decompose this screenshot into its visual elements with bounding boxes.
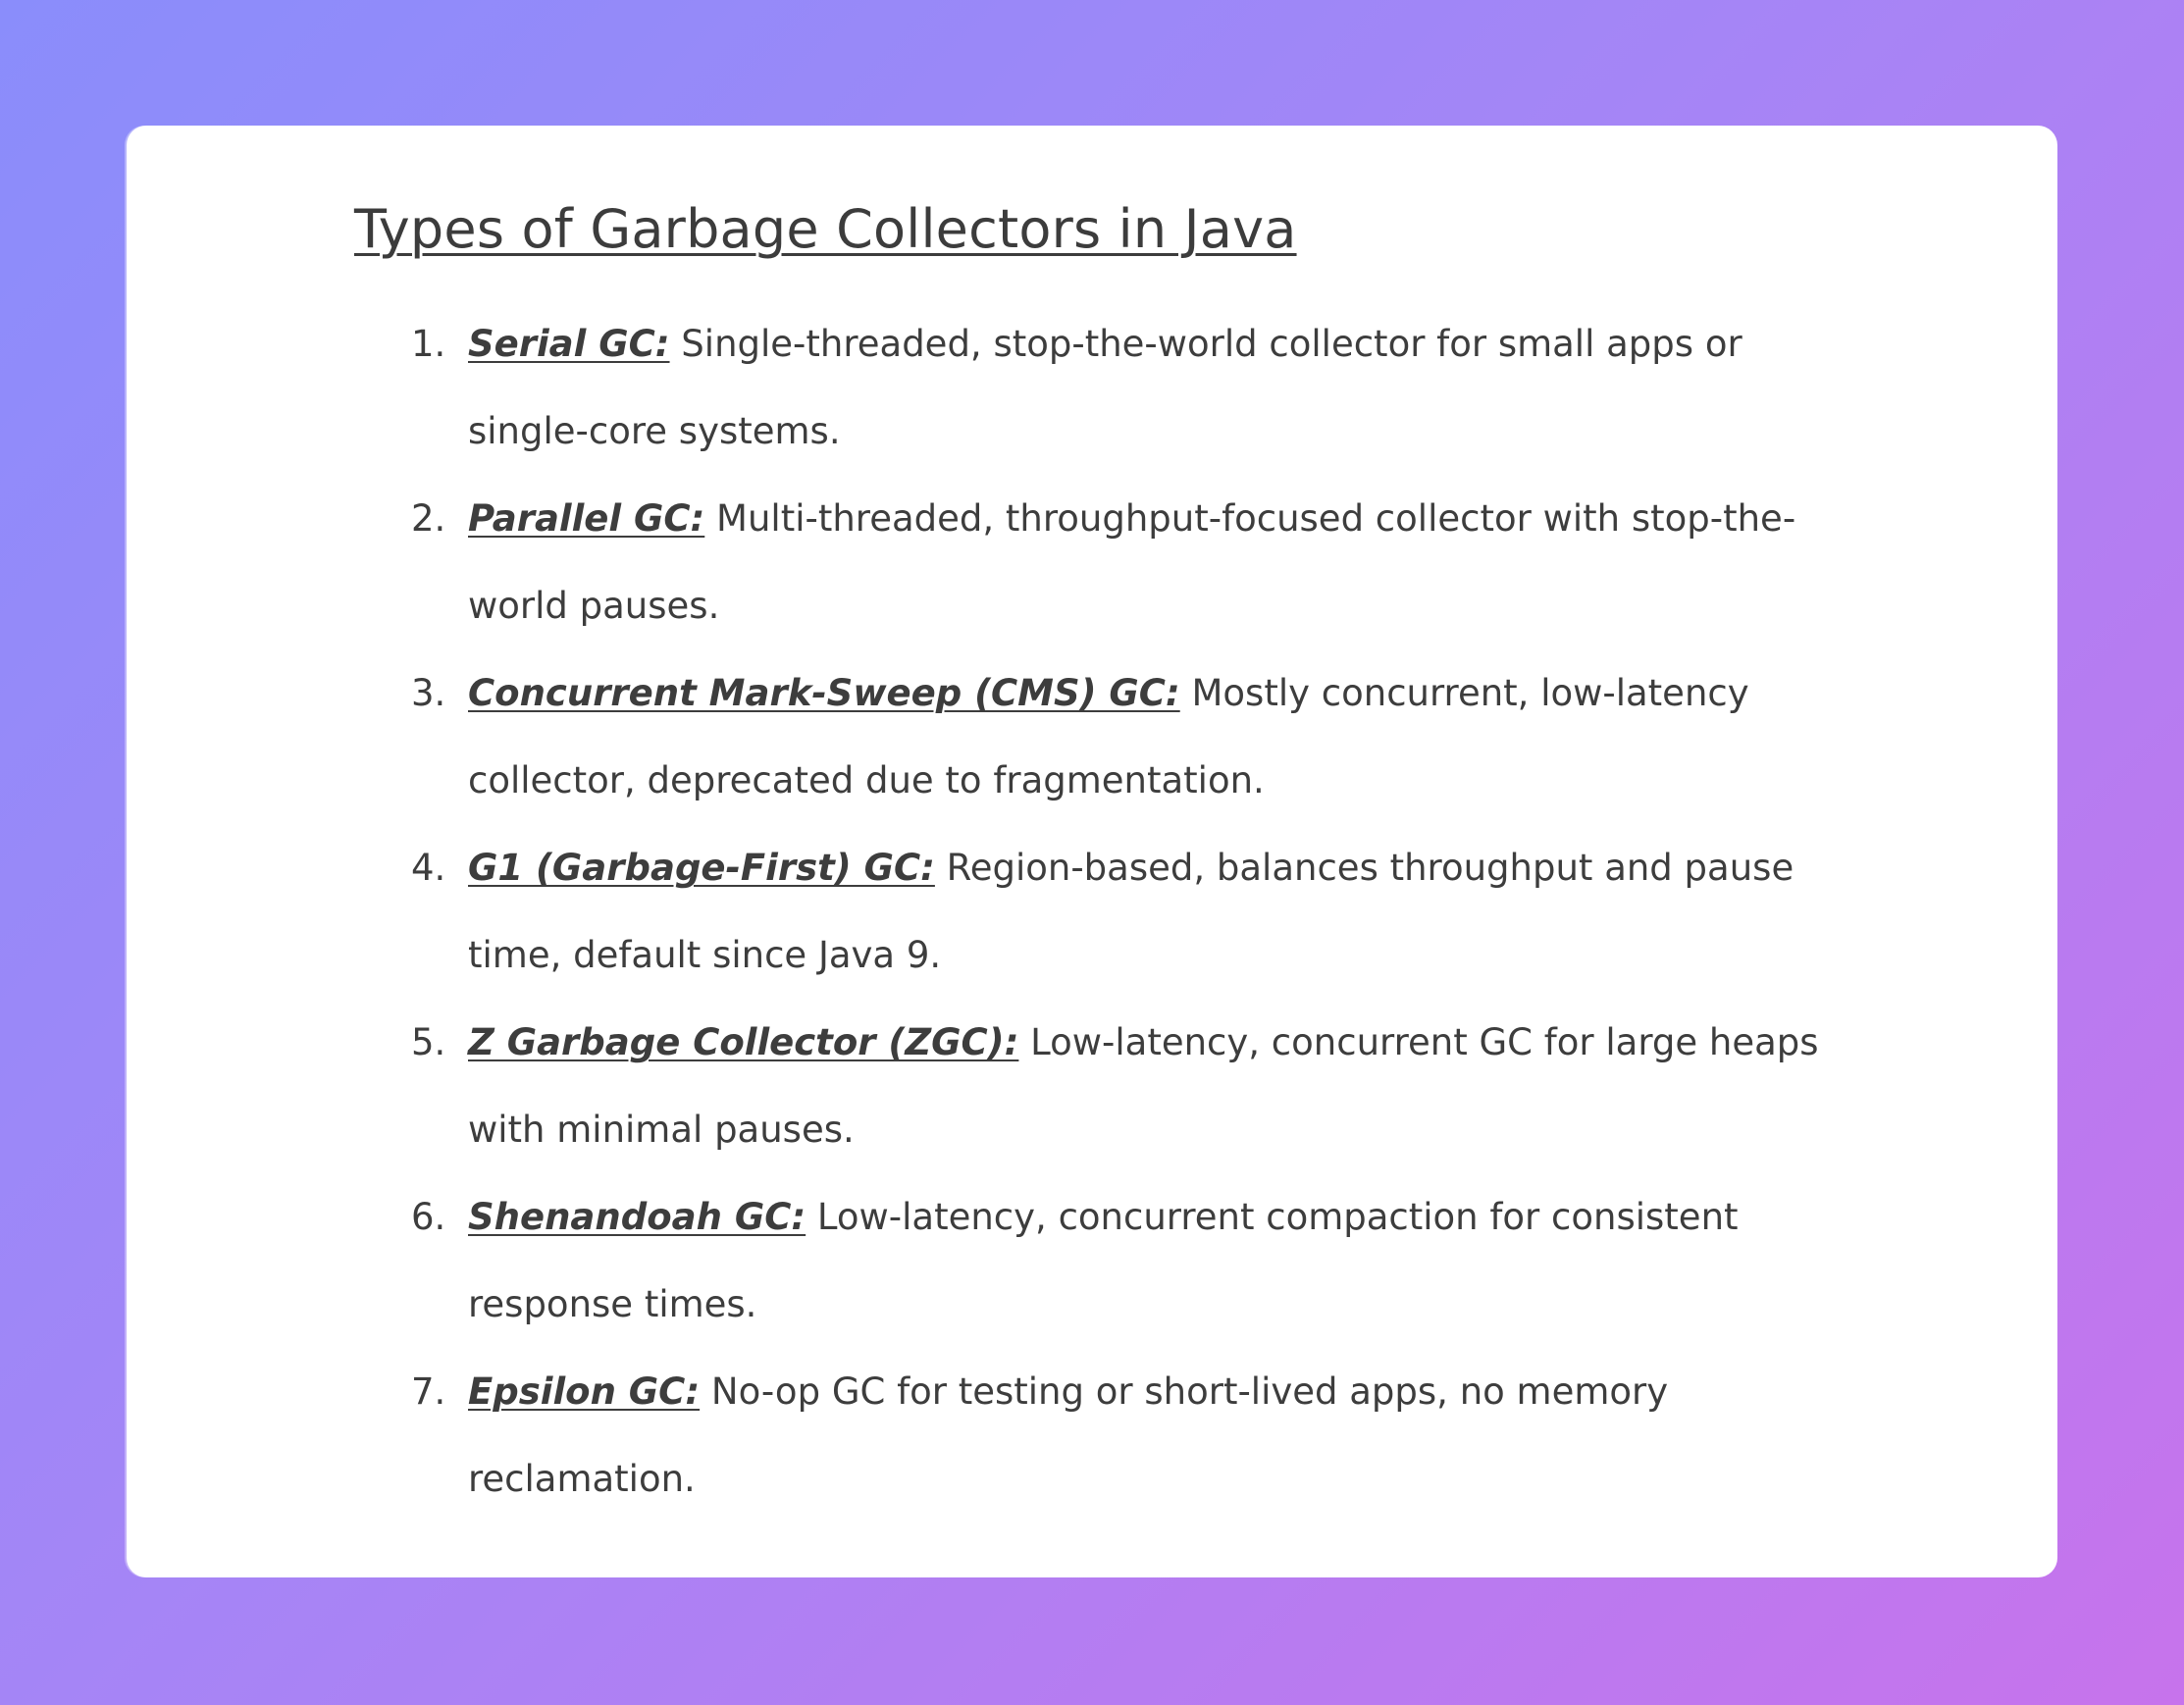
list-item-number: 3. xyxy=(411,672,446,714)
gc-list: 1. Serial GC: Single-threaded, stop-the-… xyxy=(411,300,1981,1523)
list-item-number: 7. xyxy=(411,1370,446,1413)
list-item: 6. Shenandoah GC: Low-latency, concurren… xyxy=(411,1173,1861,1348)
list-item: 7. Epsilon GC: No-op GC for testing or s… xyxy=(411,1348,1861,1523)
list-item: 5. Z Garbage Collector (ZGC): Low-latenc… xyxy=(411,999,1861,1173)
gc-name-zgc: Z Garbage Collector (ZGC): xyxy=(468,1021,1019,1063)
list-item: 3. Concurrent Mark-Sweep (CMS) GC: Mostl… xyxy=(411,649,1861,824)
list-item: 1. Serial GC: Single-threaded, stop-the-… xyxy=(411,300,1861,475)
gc-name-cms: Concurrent Mark-Sweep (CMS) GC: xyxy=(468,672,1180,714)
content-card: Types of Garbage Collectors in Java 1. S… xyxy=(127,126,2057,1577)
gc-name-serial: Serial GC: xyxy=(468,323,670,365)
list-item-number: 1. xyxy=(411,323,446,365)
list-item: 4. G1 (Garbage-First) GC: Region-based, … xyxy=(411,824,1861,999)
gc-name-parallel: Parallel GC: xyxy=(468,497,705,540)
list-item-number: 2. xyxy=(411,497,446,540)
gc-name-shenandoah: Shenandoah GC: xyxy=(468,1196,806,1238)
list-item-number: 4. xyxy=(411,847,446,889)
list-item-number: 5. xyxy=(411,1021,446,1063)
list-item-number: 6. xyxy=(411,1196,446,1238)
list-item: 2. Parallel GC: Multi-threaded, throughp… xyxy=(411,475,1861,649)
gc-name-g1: G1 (Garbage-First) GC: xyxy=(468,847,935,889)
page-title: Types of Garbage Collectors in Java xyxy=(354,198,1297,260)
gc-name-epsilon: Epsilon GC: xyxy=(468,1370,701,1413)
